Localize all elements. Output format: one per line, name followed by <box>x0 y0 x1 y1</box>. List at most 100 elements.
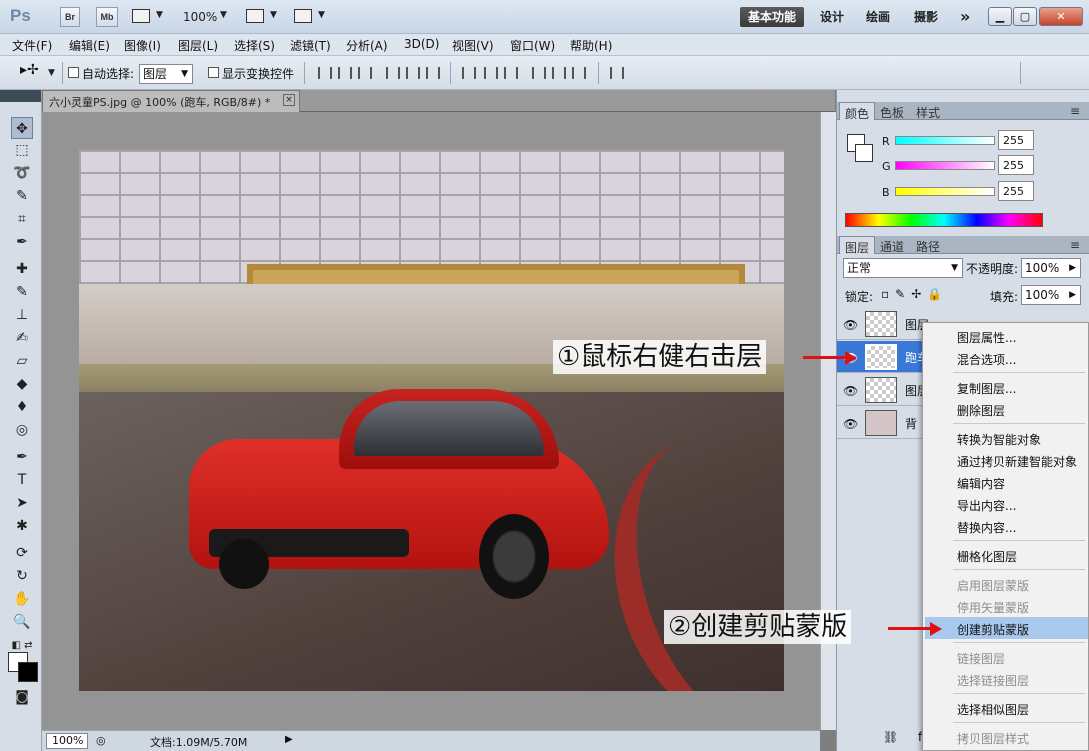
zoom-preview-icon[interactable]: ◎ <box>96 734 106 747</box>
tab-swatches[interactable]: 色板 <box>875 102 909 120</box>
arrange-documents-icon[interactable] <box>246 9 264 23</box>
distribute-top-icon[interactable] <box>462 67 476 79</box>
chevron-down-icon[interactable]: ▼ <box>156 10 163 20</box>
distribute-left-icon[interactable] <box>532 67 546 79</box>
workspace-essentials[interactable]: 基本功能 <box>740 7 805 27</box>
move-tool-preset-icon[interactable]: ▸✢ <box>20 62 39 78</box>
history-brush-icon[interactable]: ✍ <box>11 327 33 349</box>
eye-icon[interactable]: 👁 <box>843 417 858 431</box>
menu-image[interactable]: 图像(I) <box>124 37 161 54</box>
minimize-button[interactable]: ▁ <box>988 7 1012 26</box>
auto-align-layers-icon[interactable] <box>610 67 624 79</box>
align-top-icon[interactable] <box>318 67 332 79</box>
workspace-painting[interactable]: 绘画 <box>858 7 898 27</box>
eye-icon[interactable]: 👁 <box>843 318 858 332</box>
menu-view[interactable]: 视图(V) <box>452 37 494 54</box>
close-icon[interactable]: × <box>283 94 295 106</box>
path-select-icon[interactable]: ➤ <box>11 492 33 514</box>
workspace-photography[interactable]: 摄影 <box>906 7 946 27</box>
maximize-button[interactable]: ▢ <box>1013 7 1037 26</box>
distribute-vcenter-icon[interactable] <box>484 67 498 79</box>
3d-rotate-icon[interactable]: ⟳ <box>11 542 33 564</box>
auto-select-target-dropdown[interactable]: 图层 ▼ <box>139 64 193 84</box>
zoom-level[interactable]: 100% <box>183 10 217 24</box>
channel-b-slider[interactable] <box>895 187 995 196</box>
menu-item-replace-contents[interactable]: 替换内容... <box>957 519 1016 536</box>
quick-select-icon[interactable]: ✎ <box>11 185 33 207</box>
chevron-down-icon[interactable]: ▼ <box>48 68 55 78</box>
distribute-right-icon[interactable] <box>572 67 586 79</box>
close-button[interactable]: ✕ <box>1039 7 1083 26</box>
view-extras-icon[interactable] <box>132 9 150 23</box>
3d-orbit-icon[interactable]: ↻ <box>11 565 33 587</box>
auto-select-checkbox[interactable] <box>68 67 79 78</box>
screen-mode-icon[interactable] <box>294 9 312 23</box>
menu-item-blending-options[interactable]: 混合选项... <box>957 351 1016 368</box>
menu-item-duplicate-layer[interactable]: 复制图层... <box>957 380 1016 397</box>
align-bottom-icon[interactable] <box>358 67 372 79</box>
align-right-icon[interactable] <box>426 67 440 79</box>
menu-item-create-clipping-mask[interactable]: 创建剪贴蒙版 <box>957 621 1029 638</box>
mini-bridge-button[interactable]: Mb <box>96 7 118 27</box>
bridge-button[interactable]: Br <box>60 7 80 27</box>
eye-icon[interactable]: 👁 <box>843 384 858 398</box>
menu-item-layer-properties[interactable]: 图层属性... <box>957 329 1016 346</box>
blend-mode-dropdown[interactable]: 正常 ▼ <box>843 258 963 278</box>
align-vcenter-icon[interactable] <box>338 67 352 79</box>
bucket-icon[interactable]: ◆ <box>11 373 33 395</box>
crop-icon[interactable]: ⌗ <box>11 208 33 230</box>
panel-menu-icon[interactable]: ≡ <box>1065 102 1085 120</box>
marquee-icon[interactable]: ⬚ <box>11 139 33 161</box>
menu-item-edit-contents[interactable]: 编辑内容 <box>957 475 1005 492</box>
tools-panel-header[interactable] <box>0 90 41 102</box>
chevron-down-icon[interactable]: ▼ <box>318 10 325 20</box>
panel-menu-icon[interactable]: ≡ <box>1065 236 1085 254</box>
status-menu-arrow-icon[interactable]: ▶ <box>285 734 293 745</box>
move-tool-icon[interactable]: ✥ <box>11 117 33 139</box>
tab-color[interactable]: 颜色 <box>839 102 876 121</box>
lasso-icon[interactable]: ➰ <box>11 162 33 184</box>
distribute-bottom-icon[interactable] <box>504 67 518 79</box>
menu-edit[interactable]: 编辑(E) <box>69 37 110 54</box>
distribute-hcenter-icon[interactable] <box>552 67 566 79</box>
show-transform-checkbox[interactable] <box>208 67 219 78</box>
menu-select[interactable]: 选择(S) <box>234 37 275 54</box>
menu-item-convert-smart-object[interactable]: 转换为智能对象 <box>957 431 1041 448</box>
stamp-icon[interactable]: ⊥ <box>11 304 33 326</box>
channel-r-value[interactable]: 255 <box>998 130 1034 150</box>
menu-3d[interactable]: 3D(D) <box>404 37 439 51</box>
channel-g-value[interactable]: 255 <box>998 155 1034 175</box>
background-color-swatch[interactable] <box>18 662 38 682</box>
menu-item-new-smart-object-via-copy[interactable]: 通过拷贝新建智能对象 <box>957 453 1077 470</box>
menu-file[interactable]: 文件(F) <box>12 37 52 54</box>
zoom-field[interactable]: 100% <box>46 733 88 749</box>
tab-styles[interactable]: 样式 <box>911 102 945 120</box>
workspace-design[interactable]: 设计 <box>812 7 852 27</box>
tab-layers[interactable]: 图层 <box>839 236 876 255</box>
tab-channels[interactable]: 通道 <box>875 236 909 254</box>
zoom-icon[interactable]: 🔍 <box>11 611 33 633</box>
more-workspaces-button[interactable]: » <box>952 7 978 27</box>
menu-item-export-contents[interactable]: 导出内容... <box>957 497 1016 514</box>
chevron-down-icon[interactable]: ▼ <box>220 10 227 20</box>
menu-analysis[interactable]: 分析(A) <box>346 37 388 54</box>
quick-mask-icon[interactable]: ◙ <box>11 686 33 708</box>
menu-layer[interactable]: 图层(L) <box>178 37 218 54</box>
channel-g-slider[interactable] <box>895 161 995 170</box>
fill-field[interactable]: 100% ▶ <box>1021 285 1081 305</box>
align-left-icon[interactable] <box>386 67 400 79</box>
menu-filter[interactable]: 滤镜(T) <box>290 37 331 54</box>
color-spectrum-bar[interactable] <box>845 213 1043 227</box>
type-icon[interactable]: T <box>11 469 33 491</box>
eraser-icon[interactable]: ▱ <box>11 350 33 372</box>
pen-icon[interactable]: ✒ <box>11 446 33 468</box>
dodge-icon[interactable]: ◎ <box>11 419 33 441</box>
tab-paths[interactable]: 路径 <box>911 236 945 254</box>
shape-icon[interactable]: ✱ <box>11 515 33 537</box>
channel-r-slider[interactable] <box>895 136 995 145</box>
menu-window[interactable]: 窗口(W) <box>510 37 555 54</box>
document-tab[interactable]: 六小灵童PS.jpg @ 100% (跑车, RGB/8#) * × <box>42 90 300 112</box>
menu-item-rasterize-layer[interactable]: 栅格化图层 <box>957 548 1017 565</box>
opacity-field[interactable]: 100% ▶ <box>1021 258 1081 278</box>
channel-b-value[interactable]: 255 <box>998 181 1034 201</box>
